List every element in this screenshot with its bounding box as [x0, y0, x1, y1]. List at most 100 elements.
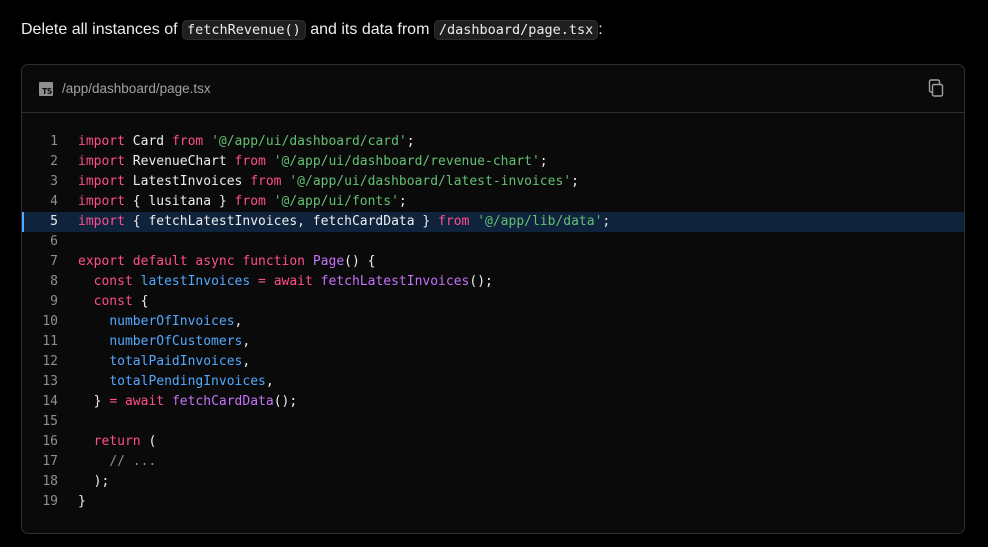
code-line: 7 export default async function Page() { [22, 252, 964, 272]
code-token: from [438, 214, 470, 229]
instruction-text: Delete all instances of fetchRevenue() a… [21, 18, 603, 42]
line-content: numberOfCustomers, [58, 332, 250, 352]
line-content: import { lusitana } from '@/app/ui/fonts… [58, 192, 407, 212]
code-line: 12 totalPaidInvoices, [22, 352, 964, 372]
code-line: 13 totalPendingInvoices, [22, 372, 964, 392]
instruction-suffix: : [598, 21, 603, 38]
line-number: 7 [50, 254, 58, 269]
code-token: () { [344, 254, 376, 269]
code-token: = [258, 274, 266, 289]
line-number: 16 [42, 434, 58, 449]
line-number: 6 [50, 234, 58, 249]
line-number: 10 [42, 314, 58, 329]
line-number: 11 [42, 334, 58, 349]
line-number: 19 [42, 494, 58, 509]
code-token: ; [602, 214, 611, 229]
code-line: 10 numberOfInvoices, [22, 312, 964, 332]
code-line: 11 numberOfCustomers, [22, 332, 964, 352]
code-line: 2 import RevenueChart from '@/app/ui/dash… [22, 152, 964, 172]
instruction-prefix: Delete all instances of [21, 21, 182, 38]
line-content: numberOfInvoices, [58, 312, 242, 332]
code-token: return [93, 434, 141, 449]
code-token: latestInvoices [140, 274, 251, 289]
code-token: await [273, 274, 313, 289]
code-token: async [195, 254, 235, 269]
line-content: export default async function Page() { [58, 252, 375, 272]
code-token: import [78, 154, 125, 169]
line-number: 9 [50, 294, 58, 309]
line-number: 17 [42, 454, 58, 469]
line-content: } = await fetchCardData(); [58, 392, 298, 412]
line-content: totalPendingInvoices, [58, 372, 273, 392]
code-token: await [124, 394, 165, 409]
line-content: import { fetchLatestInvoices, fetchCardD… [58, 212, 610, 232]
code-token: // ... [109, 454, 157, 469]
code-token: } [78, 394, 110, 409]
code-token: import [78, 174, 125, 189]
code-token: totalPaidInvoices [109, 354, 243, 369]
typescript-file-icon: TS [39, 82, 53, 96]
line-content [58, 412, 78, 432]
code-line: 5 import { fetchLatestInvoices, fetchCard… [22, 212, 964, 232]
line-number: 5 [50, 214, 58, 229]
code-line: 8 const latestInvoices = await fetchLate… [22, 272, 964, 292]
code-token: LatestInvoices [124, 174, 251, 189]
code-token: from [171, 134, 204, 149]
code-token: numberOfInvoices [109, 314, 235, 329]
code-line: 17 // ... [22, 452, 964, 472]
code-line: 4 import { lusitana } from '@/app/ui/font… [22, 192, 964, 212]
code-token: from [250, 174, 282, 189]
line-content: import RevenueChart from '@/app/ui/dashb… [58, 152, 548, 172]
code-token: export [78, 254, 125, 269]
code-token: from [234, 194, 266, 209]
code-token: ; [398, 194, 407, 209]
line-content [58, 232, 78, 252]
line-number: 8 [50, 274, 58, 289]
code-token: , [242, 334, 251, 349]
copy-button[interactable] [926, 78, 946, 98]
line-number: 1 [50, 134, 58, 149]
code-token: '@/app/lib/data' [477, 214, 603, 229]
code-token: ; [406, 134, 415, 149]
code-token: = [109, 394, 118, 409]
code-token: , [234, 314, 243, 329]
code-token: '@/app/ui/fonts' [273, 194, 399, 209]
copy-icon [928, 79, 944, 97]
code-token: { fetchLatestInvoices, fetchCardData } [124, 214, 439, 229]
line-number: 13 [42, 374, 58, 389]
code-token: ; [571, 174, 579, 189]
code-line: 1 import Card from '@/app/ui/dashboard/ca… [22, 132, 964, 152]
code-token: , [242, 354, 251, 369]
line-number: 12 [42, 354, 58, 369]
line-content: const latestInvoices = await fetchLatest… [58, 272, 493, 292]
line-content: totalPaidInvoices, [58, 352, 250, 372]
code-token: ; [539, 154, 548, 169]
code-block-header: TS /app/dashboard/page.tsx [22, 65, 964, 113]
code-token: numberOfCustomers [109, 334, 243, 349]
code-token: function [242, 254, 306, 269]
instruction-middle: and its data from [305, 21, 434, 38]
line-number: 15 [42, 414, 58, 429]
code-line: 3 import LatestInvoices from '@/app/ui/da… [22, 172, 964, 192]
code-line: 18 ); [22, 472, 964, 492]
inline-code-filepath: /dashboard/page.tsx [433, 20, 599, 40]
line-number: 2 [50, 154, 58, 169]
code-token: (); [273, 394, 298, 409]
code-token: } [78, 494, 86, 509]
code-body: 1 import Card from '@/app/ui/dashboard/ca… [22, 132, 964, 512]
line-number: 18 [42, 474, 58, 489]
code-line: 15 [22, 412, 964, 432]
